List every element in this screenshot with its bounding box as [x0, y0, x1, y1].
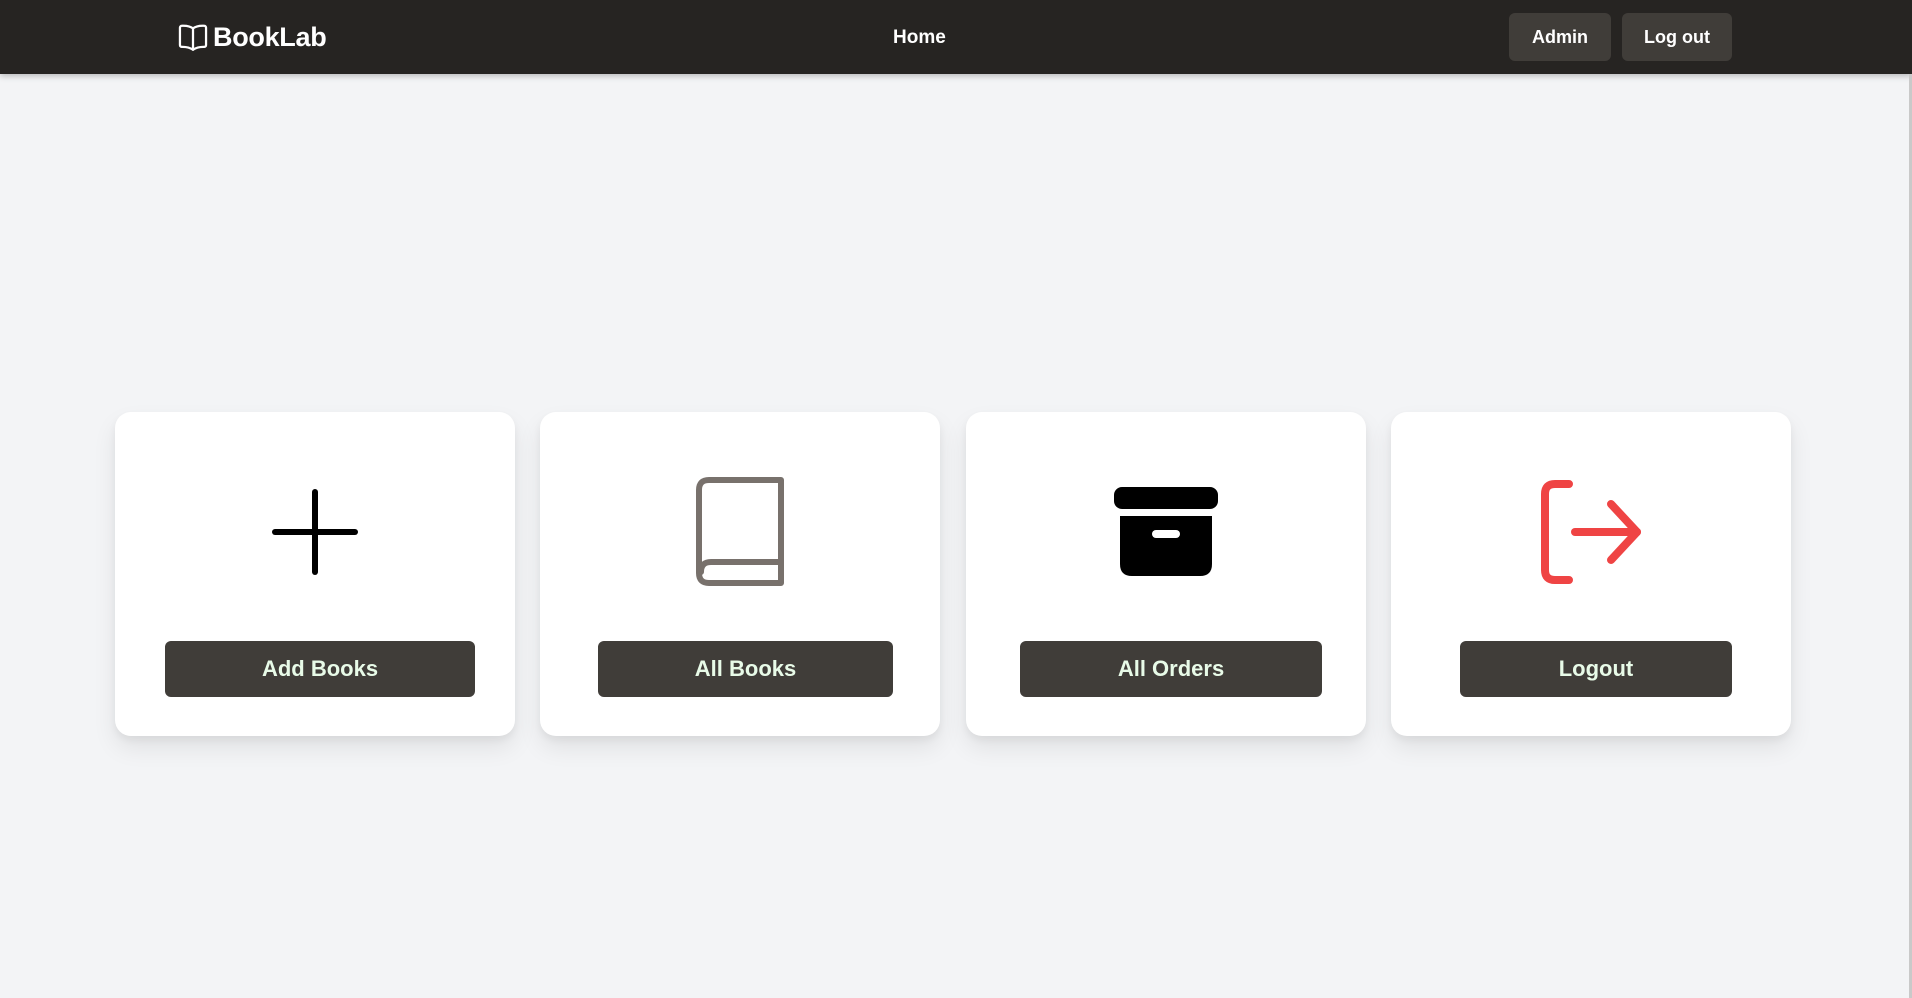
admin-button[interactable]: Admin — [1509, 13, 1611, 61]
add-books-button[interactable]: Add Books — [165, 641, 475, 697]
card-icon-wrapper — [1391, 472, 1791, 592]
card-icon-wrapper — [115, 472, 515, 592]
logout-card: Logout — [1391, 412, 1791, 736]
all-orders-button[interactable]: All Orders — [1020, 641, 1322, 697]
logout-button[interactable]: Log out — [1622, 13, 1732, 61]
brand-name: BookLab — [213, 21, 327, 52]
all-books-button[interactable]: All Books — [598, 641, 893, 697]
archive-box-icon — [1114, 487, 1218, 576]
page: BookLab Home Admin Log out Add Books All… — [0, 0, 1912, 998]
all-books-card: All Books — [540, 412, 940, 736]
book-icon — [696, 477, 784, 586]
all-orders-card: All Orders — [966, 412, 1366, 736]
add-books-card: Add Books — [115, 412, 515, 736]
card-icon-wrapper — [966, 472, 1366, 592]
logout-card-button[interactable]: Logout — [1460, 641, 1732, 697]
nav-home-link[interactable]: Home — [893, 27, 946, 49]
logout-arrow-icon — [1541, 480, 1641, 584]
brand-logo-link[interactable]: BookLab — [175, 19, 327, 55]
open-book-icon — [178, 24, 208, 51]
plus-icon — [272, 489, 358, 575]
top-navbar: BookLab Home Admin Log out — [0, 0, 1912, 74]
card-icon-wrapper — [540, 472, 940, 592]
